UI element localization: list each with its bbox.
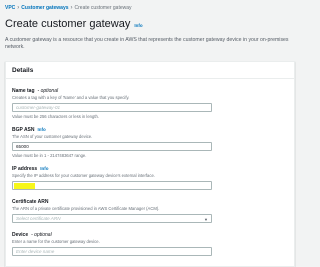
page-description: A customer gateway is a resource that yo… xyxy=(5,37,289,50)
bgp-asn-input[interactable]: 65000 xyxy=(12,142,212,151)
bgp-asn-value: 65000 xyxy=(16,144,29,149)
details-title: Details xyxy=(12,67,34,74)
certificate-arn-description: The ARN of a private certificate provisi… xyxy=(12,206,160,211)
name-tag-constraint: Value must be 256 characters or less in … xyxy=(12,114,99,119)
name-tag-description: Creates a tag with a key of 'Name' and a… xyxy=(12,95,130,100)
certificate-arn-label-text: Certificate ARN xyxy=(12,199,49,205)
breadcrumb-customer-gateways-link[interactable]: Customer gateways xyxy=(21,5,68,11)
certificate-arn-placeholder: Select certificate ARN xyxy=(16,216,61,221)
device-input[interactable]: Enter device name xyxy=(12,247,212,256)
name-tag-optional: - optional xyxy=(37,88,59,94)
bgp-asn-constraint: Value must be in 1 - 2147483647 range. xyxy=(12,153,87,158)
name-tag-label-text: Name tag xyxy=(12,88,35,94)
details-panel-header: Details xyxy=(6,62,294,79)
info-link[interactable]: Info xyxy=(134,23,142,28)
page-header: Create customer gateway Info xyxy=(5,18,143,30)
breadcrumb-vpc-link[interactable]: VPC xyxy=(5,5,15,11)
bgp-asn-label: BGP ASN Info xyxy=(12,127,212,133)
device-label-text: Device xyxy=(12,232,29,238)
page-title: Create customer gateway xyxy=(5,18,131,30)
breadcrumb: VPC › Customer gateways › Create custome… xyxy=(5,3,132,13)
ip-address-field: IP address Info Specify the IP address f… xyxy=(12,166,212,190)
chevron-down-icon: ▼ xyxy=(204,217,208,222)
bgp-asn-description: The ASN of your customer gateway device. xyxy=(12,134,93,139)
device-optional: - optional xyxy=(31,232,52,238)
bgp-asn-field: BGP ASN Info The ASN of your customer ga… xyxy=(12,127,212,158)
bgp-asn-info-link[interactable]: Info xyxy=(38,127,46,132)
name-tag-field: Name tag - optional Creates a tag with a… xyxy=(12,88,212,119)
details-panel: Details Name tag - optional Creates a ta… xyxy=(5,61,295,267)
device-field: Device - optional Enter a name for the c… xyxy=(12,232,212,256)
name-tag-placeholder: customer-gateway-01 xyxy=(16,105,61,110)
ip-address-label-text: IP address xyxy=(12,166,38,172)
breadcrumb-separator: › xyxy=(70,5,73,11)
device-description: Enter a name for the customer gateway de… xyxy=(12,239,100,244)
breadcrumb-separator: › xyxy=(17,5,20,11)
name-tag-input[interactable]: customer-gateway-01 xyxy=(12,103,212,112)
certificate-arn-select[interactable]: Select certificate ARN ▼ xyxy=(12,214,212,223)
ip-address-label: IP address Info xyxy=(12,166,212,172)
device-label: Device - optional xyxy=(12,232,212,238)
bgp-asn-label-text: BGP ASN xyxy=(12,127,35,133)
certificate-arn-label: Certificate ARN xyxy=(12,199,212,205)
breadcrumb-current: Create customer gateway xyxy=(74,5,132,11)
ip-address-description: Specify the IP address for your customer… xyxy=(12,173,155,178)
name-tag-label: Name tag - optional xyxy=(12,88,212,94)
ip-address-input[interactable] xyxy=(12,181,212,190)
device-placeholder: Enter device name xyxy=(16,249,55,254)
ip-address-highlight xyxy=(14,183,35,189)
ip-address-info-link[interactable]: Info xyxy=(40,166,48,171)
certificate-arn-field: Certificate ARN The ARN of a private cer… xyxy=(12,199,212,223)
